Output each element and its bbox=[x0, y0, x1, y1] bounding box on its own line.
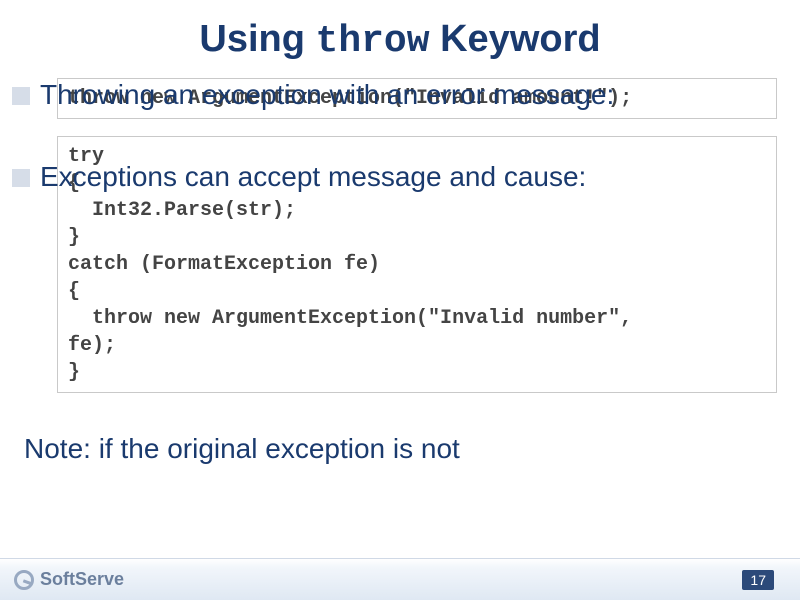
note-label: Note bbox=[24, 433, 83, 464]
bullet-block-2: Exceptions can accept message and cause:… bbox=[12, 159, 780, 393]
note-rest: : if the original exception is not bbox=[83, 433, 460, 464]
brand: SoftServe bbox=[14, 569, 124, 590]
bullet-marker-icon bbox=[12, 87, 30, 105]
note-line: Note: if the original exception is not bbox=[12, 433, 780, 465]
slide-content: Throwing an exception with an error mess… bbox=[0, 71, 800, 465]
footer-bar: SoftServe 17 bbox=[0, 558, 800, 600]
bullet-1: Throwing an exception with an error mess… bbox=[12, 77, 780, 112]
title-mono: throw bbox=[316, 20, 430, 63]
bullet-marker-icon bbox=[12, 169, 30, 187]
title-pre: Using bbox=[199, 18, 315, 60]
brand-logo-icon bbox=[14, 570, 34, 590]
bullet-2-text: Exceptions can accept message and cause: bbox=[40, 159, 586, 194]
bullet-1-text: Throwing an exception with an error mess… bbox=[40, 77, 614, 112]
slide: Using throw Keyword Throwing an exceptio… bbox=[0, 0, 800, 600]
slide-title: Using throw Keyword bbox=[0, 0, 800, 71]
bullet-block-1: Throwing an exception with an error mess… bbox=[12, 77, 780, 119]
brand-text: SoftServe bbox=[40, 569, 124, 590]
title-post: Keyword bbox=[430, 18, 601, 60]
bullet-2: Exceptions can accept message and cause: bbox=[12, 159, 780, 194]
page-number: 17 bbox=[742, 570, 774, 590]
